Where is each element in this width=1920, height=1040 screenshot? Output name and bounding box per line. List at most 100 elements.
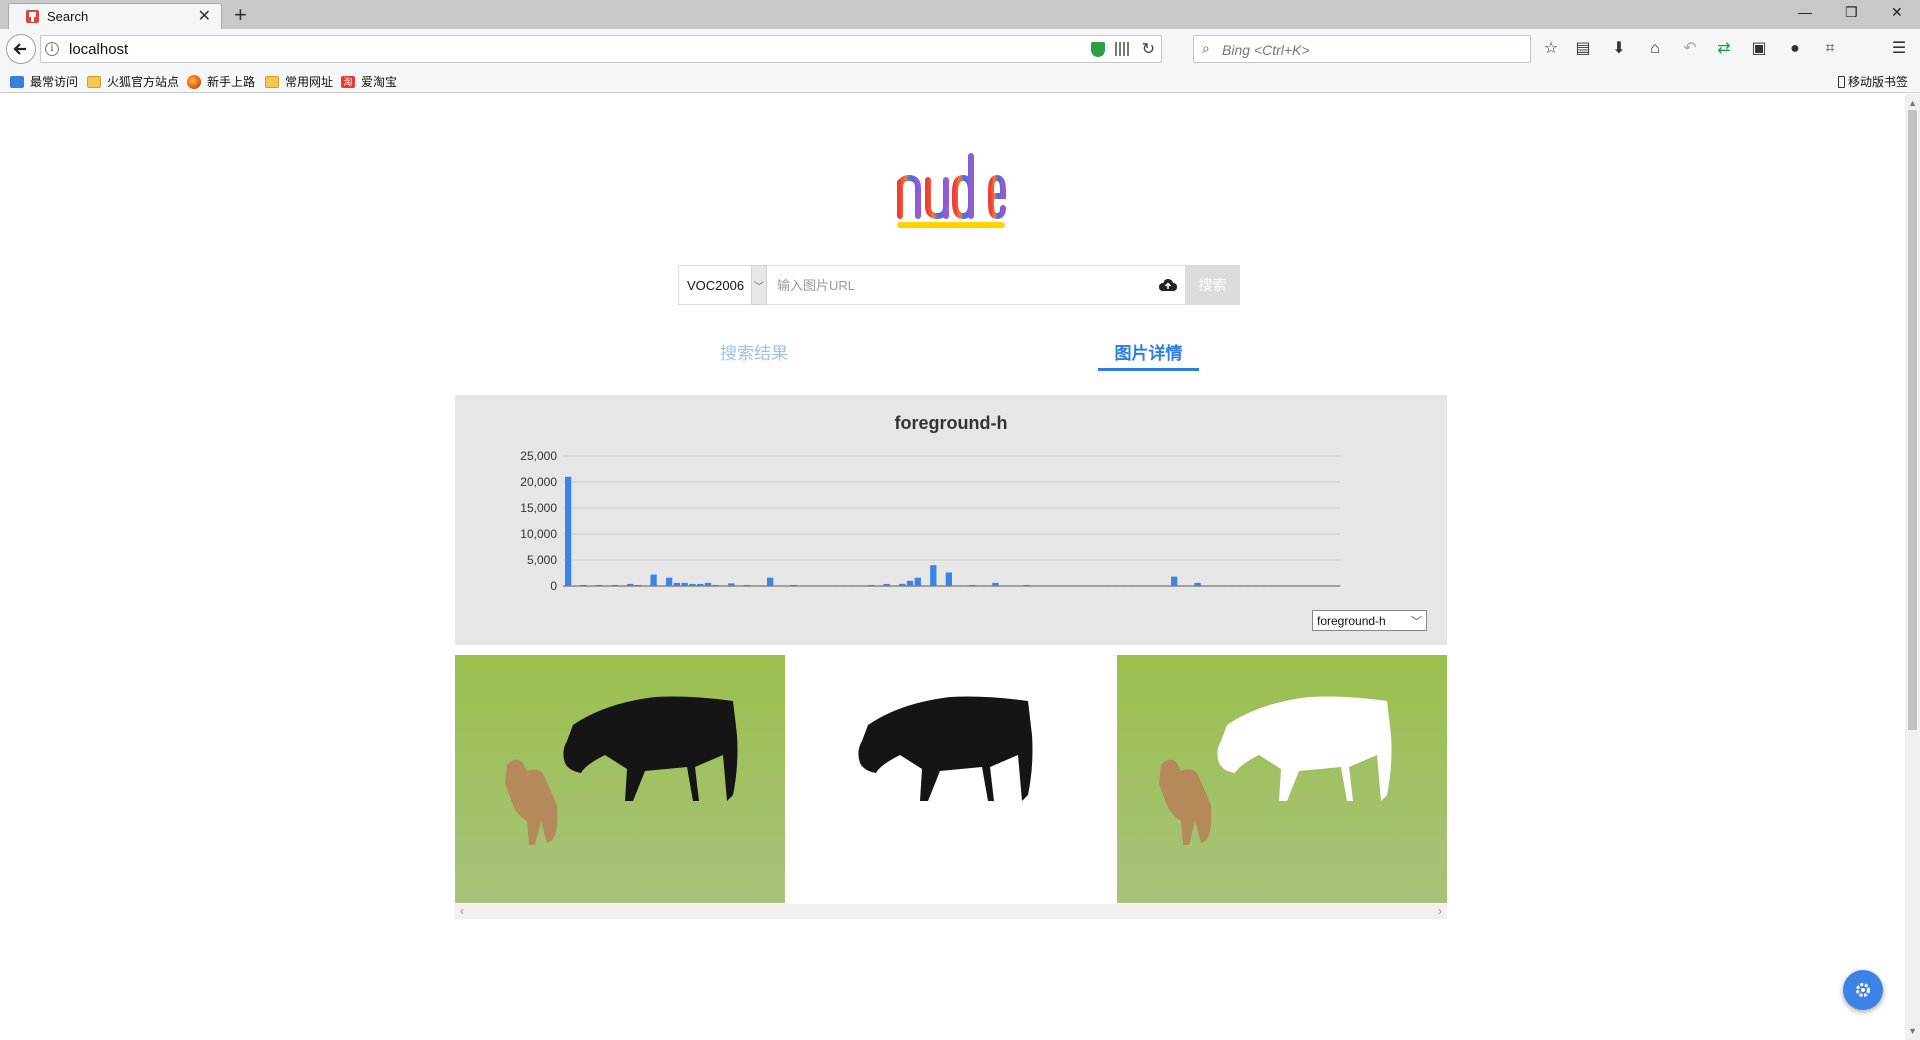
histogram-bar[interactable] [829, 585, 836, 586]
histogram-bar[interactable] [1046, 585, 1054, 586]
site-info-icon[interactable]: i [45, 42, 59, 56]
shield-icon[interactable] [1091, 42, 1105, 57]
mobile-bookmarks[interactable]: 移动版书签 [1838, 73, 1908, 90]
histogram-bar[interactable] [743, 584, 750, 586]
screenshot-icon[interactable]: ▣ [1749, 39, 1769, 59]
histogram-bar[interactable] [1194, 582, 1201, 586]
histogram-bar[interactable] [1279, 585, 1287, 586]
window-close-icon[interactable]: ✕ [1891, 4, 1903, 21]
histogram-bar[interactable] [1093, 585, 1100, 586]
histogram-bar[interactable] [1334, 585, 1341, 586]
scroll-up-arrow-icon[interactable]: ▲ [1908, 98, 1917, 108]
histogram-bar[interactable] [1077, 585, 1085, 586]
scroll-left-icon[interactable]: ‹ [460, 904, 464, 918]
histogram-bar[interactable] [759, 585, 766, 586]
histogram-bar[interactable] [1217, 585, 1224, 586]
histogram-bar[interactable] [1116, 585, 1123, 586]
url-bar[interactable]: i localhost ↻ [40, 35, 1162, 63]
histogram-bar[interactable] [1303, 585, 1310, 586]
histogram-bar[interactable] [1318, 585, 1325, 586]
histogram-bar[interactable] [1108, 585, 1116, 586]
bookmark-item[interactable]: 常用网址 [265, 73, 333, 90]
dataset-select[interactable]: VOC2006 [678, 265, 751, 305]
histogram-bar[interactable] [1070, 585, 1077, 586]
histogram-bar[interactable] [735, 585, 743, 586]
histogram-bar[interactable] [1139, 585, 1147, 586]
histogram-bar[interactable] [572, 585, 580, 586]
histogram-bar[interactable] [945, 572, 952, 586]
histogram-bar[interactable] [666, 577, 673, 586]
browser-search-bar[interactable]: ⌕ Bing <Ctrl+K> [1193, 35, 1531, 63]
crop-icon[interactable]: ⌗ [1820, 39, 1840, 59]
histogram-bar[interactable] [603, 585, 611, 586]
histogram-bar[interactable] [1295, 585, 1302, 586]
histogram-bar[interactable] [1186, 585, 1193, 586]
reload-icon[interactable]: ↻ [1142, 39, 1155, 59]
histogram-bar[interactable] [697, 583, 704, 586]
histogram-bar[interactable] [868, 584, 875, 586]
histogram-bar[interactable] [681, 582, 688, 586]
histogram-bar[interactable] [798, 585, 805, 586]
reading-list-icon[interactable]: ▤ [1573, 39, 1593, 59]
bookmark-item[interactable]: 火狐官方站点 [87, 73, 179, 90]
histogram-bar[interactable] [1209, 585, 1217, 586]
histogram-bar[interactable] [836, 585, 844, 586]
histogram-bar[interactable] [1015, 585, 1022, 586]
histogram-bar[interactable] [1272, 585, 1279, 586]
histogram-bar[interactable] [782, 585, 789, 586]
histogram-bar[interactable] [906, 580, 914, 586]
histogram-bar[interactable] [596, 585, 603, 586]
histogram-bar[interactable] [976, 585, 984, 586]
histogram-bar[interactable] [1147, 585, 1155, 586]
tab-search-results[interactable]: 搜索结果 [720, 339, 788, 364]
menu-icon[interactable]: ☰ [1889, 39, 1909, 59]
histogram-bar[interactable] [813, 585, 820, 586]
histogram-bar[interactable] [1007, 585, 1015, 586]
histogram-bar[interactable] [1326, 585, 1333, 586]
histogram-bar[interactable] [1132, 585, 1139, 586]
histogram-bar[interactable] [852, 585, 859, 586]
histogram-bar[interactable] [1264, 585, 1271, 586]
histogram-bar[interactable] [1038, 585, 1046, 586]
back-button[interactable] [6, 34, 36, 64]
feature-select[interactable]: foreground-h ﹀ [1312, 610, 1427, 631]
browser-tab[interactable]: Search ✕ [8, 3, 222, 29]
histogram-bar[interactable] [914, 577, 921, 586]
bookmark-star-icon[interactable]: ☆ [1541, 39, 1561, 59]
settings-button[interactable] [1843, 970, 1883, 1010]
histogram-bar[interactable] [1310, 585, 1318, 586]
bookmark-item[interactable]: 最常访问 [10, 73, 78, 90]
histogram-bar[interactable] [953, 585, 960, 586]
tab-image-details[interactable]: 图片详情 [1098, 339, 1199, 371]
upload-button[interactable] [1150, 265, 1185, 305]
histogram-bar[interactable] [1225, 585, 1232, 586]
histogram-bar[interactable] [1155, 585, 1162, 586]
histogram-bar[interactable] [805, 585, 813, 586]
histogram-bar[interactable] [1202, 585, 1209, 586]
histogram-bar[interactable] [580, 585, 587, 586]
histogram-bar[interactable] [875, 585, 883, 586]
undo-icon[interactable]: ↶ [1680, 39, 1700, 59]
histogram-bar[interactable] [774, 585, 782, 586]
home-icon[interactable]: ⌂ [1645, 39, 1665, 59]
histogram-bar[interactable] [790, 584, 797, 586]
histogram-bar[interactable] [899, 583, 906, 586]
scroll-down-arrow-icon[interactable]: ▼ [1908, 1026, 1917, 1036]
histogram-bar[interactable] [969, 584, 976, 586]
histogram-bar[interactable] [1287, 585, 1294, 586]
histogram-bar[interactable] [937, 585, 945, 586]
histogram-bar[interactable] [1163, 585, 1170, 586]
histogram-bar[interactable] [673, 582, 681, 586]
histogram-bar[interactable] [1031, 585, 1038, 586]
histogram-bar[interactable] [712, 584, 719, 586]
histogram-bar[interactable] [588, 585, 595, 586]
histogram-bar[interactable] [860, 585, 867, 586]
histogram-bar[interactable] [565, 476, 572, 586]
histogram-bar[interactable] [619, 585, 626, 586]
histogram-bar[interactable] [1062, 585, 1069, 586]
histogram-bar[interactable] [767, 577, 774, 586]
histogram-bar[interactable] [751, 585, 758, 586]
histogram-bar[interactable] [1085, 585, 1092, 586]
histogram-bar[interactable] [1171, 576, 1178, 586]
histogram-bar[interactable] [1240, 585, 1248, 586]
